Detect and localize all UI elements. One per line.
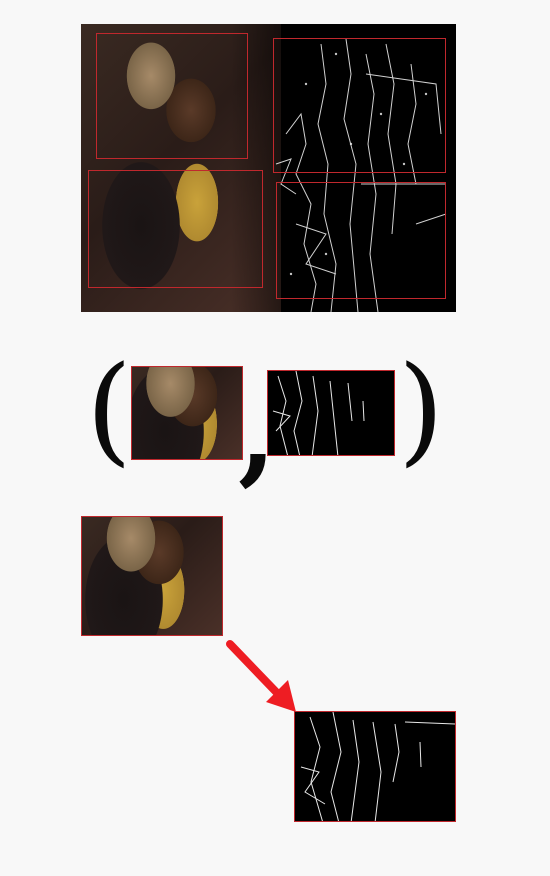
region-box-photo-top	[96, 33, 248, 159]
pair-right-edge-lines	[272, 371, 365, 455]
mapping-arrow	[226, 640, 296, 712]
region-box-edge-bottom	[276, 182, 446, 299]
region-box-edge-top	[273, 38, 446, 173]
region-box-photo-bottom	[88, 170, 263, 288]
mapping-target-edge-lines	[300, 712, 455, 821]
pair-right-edge-map	[267, 370, 395, 456]
mapping-target-edge-map	[294, 711, 456, 822]
composite-image	[81, 24, 456, 312]
close-parenthesis: )	[398, 340, 445, 478]
pair-left-photo	[131, 366, 243, 460]
mapping-source-photo	[81, 516, 223, 636]
open-parenthesis: (	[86, 340, 133, 478]
